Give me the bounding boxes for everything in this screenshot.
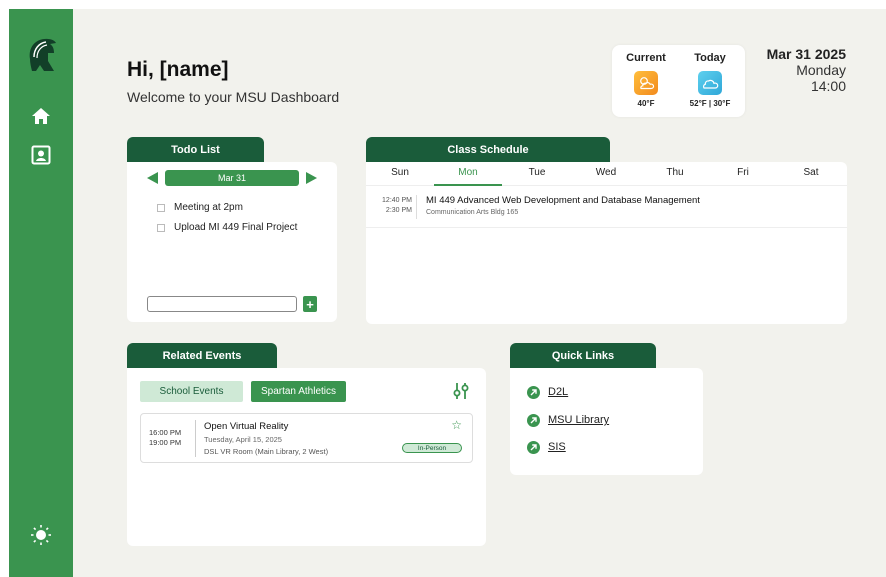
quick-link-label[interactable]: SIS bbox=[548, 441, 566, 453]
class-start-time: 12:40 PM bbox=[382, 197, 412, 204]
event-title: Open Virtual Reality bbox=[204, 421, 289, 432]
class-divider bbox=[416, 195, 417, 219]
todo-tab: Todo List bbox=[127, 137, 264, 163]
class-row[interactable]: 12:40 PM 2:30 PM MI 449 Advanced Web Dev… bbox=[366, 188, 847, 228]
class-location: Communication Arts Bldg 165 bbox=[426, 209, 519, 216]
favorite-star-icon[interactable]: ☆ bbox=[451, 418, 462, 432]
weather-widget: Current 40°F Today 52°F | 30°F bbox=[612, 45, 745, 117]
quick-link-sis[interactable]: SIS bbox=[527, 439, 566, 455]
todo-date: Mar 31 bbox=[165, 170, 299, 186]
event-end-time: 19:00 PM bbox=[149, 438, 182, 447]
next-day-arrow-icon[interactable] bbox=[306, 172, 317, 184]
weather-current-temp: 40°F bbox=[637, 99, 655, 108]
class-title: MI 449 Advanced Web Development and Data… bbox=[426, 195, 700, 206]
quick-link-msu-library[interactable]: MSU Library bbox=[527, 412, 609, 428]
external-link-icon bbox=[527, 413, 540, 427]
theme-sun-icon[interactable] bbox=[29, 523, 53, 547]
quick-link-d2l[interactable]: D2L bbox=[527, 384, 568, 400]
todo-item: Meeting at 2pm bbox=[157, 202, 243, 213]
day-tab-wed[interactable]: Wed bbox=[572, 162, 640, 186]
partly-cloudy-icon bbox=[634, 71, 658, 95]
current-time: 14:00 bbox=[810, 78, 846, 94]
todo-item: Upload MI 449 Final Project bbox=[157, 222, 297, 233]
quick-link-label[interactable]: MSU Library bbox=[548, 414, 609, 426]
external-link-icon bbox=[527, 440, 540, 454]
filter-spartan-athletics[interactable]: Spartan Athletics bbox=[251, 381, 346, 402]
event-start-time: 16:00 PM bbox=[149, 428, 182, 437]
day-tab-fri[interactable]: Fri bbox=[709, 162, 777, 186]
current-weekday: Monday bbox=[796, 62, 846, 78]
event-item[interactable]: 16:00 PM 19:00 PM Open Virtual Reality T… bbox=[140, 413, 473, 463]
weather-today-label: Today bbox=[694, 52, 726, 64]
todo-input[interactable] bbox=[147, 296, 297, 312]
day-tabs: Sun Mon Tue Wed Thu Fri Sat bbox=[366, 162, 847, 186]
weather-today: Today 52°F | 30°F bbox=[684, 52, 736, 108]
quick-link-label[interactable]: D2L bbox=[548, 386, 568, 398]
current-date: Mar 31 2025 bbox=[766, 46, 846, 62]
quick-links-tab: Quick Links bbox=[510, 343, 656, 369]
day-tab-thu[interactable]: Thu bbox=[641, 162, 709, 186]
home-icon[interactable] bbox=[29, 104, 53, 128]
todo-item-label: Upload MI 449 Final Project bbox=[174, 222, 298, 233]
external-link-icon bbox=[527, 385, 540, 399]
filter-school-events[interactable]: School Events bbox=[140, 381, 243, 402]
map-pin-icon[interactable] bbox=[29, 143, 53, 167]
datetime-display: Mar 31 2025 Monday 14:00 bbox=[767, 46, 846, 94]
weather-today-temp: 52°F | 30°F bbox=[689, 99, 731, 108]
todo-date-nav: Mar 31 bbox=[147, 170, 317, 186]
weather-current-label: Current bbox=[626, 52, 666, 64]
day-tab-sun[interactable]: Sun bbox=[366, 162, 434, 186]
event-location: DSL VR Room (Main Library, 2 West) bbox=[204, 447, 329, 456]
schedule-tab: Class Schedule bbox=[366, 137, 610, 163]
event-type-badge: In-Person bbox=[402, 443, 462, 453]
day-tab-mon[interactable]: Mon bbox=[434, 162, 502, 186]
cloud-icon bbox=[698, 71, 722, 95]
todo-checkbox[interactable] bbox=[157, 223, 165, 232]
filter-settings-icon[interactable] bbox=[452, 382, 470, 400]
class-end-time: 2:30 PM bbox=[385, 207, 412, 214]
event-divider bbox=[195, 420, 196, 457]
weather-current: Current 40°F bbox=[620, 52, 672, 108]
add-todo-button[interactable]: + bbox=[303, 296, 317, 312]
event-time: 16:00 PM 19:00 PM bbox=[149, 428, 181, 448]
events-tab: Related Events bbox=[127, 343, 277, 369]
todo-item-label: Meeting at 2pm bbox=[174, 202, 243, 213]
todo-card: Mar 31 Meeting at 2pm Upload MI 449 Fina… bbox=[127, 162, 337, 322]
event-date: Tuesday, April 15, 2025 bbox=[204, 435, 282, 444]
day-tab-tue[interactable]: Tue bbox=[503, 162, 571, 186]
spartan-logo-icon[interactable] bbox=[24, 35, 58, 75]
welcome-subtitle: Welcome to your MSU Dashboard bbox=[127, 89, 340, 105]
greeting-title: Hi, [name] bbox=[127, 58, 229, 81]
schedule-card: Sun Mon Tue Wed Thu Fri Sat 12:40 PM 2:3… bbox=[366, 162, 847, 324]
day-tab-sat[interactable]: Sat bbox=[777, 162, 845, 186]
prev-day-arrow-icon[interactable] bbox=[147, 172, 158, 184]
sidebar bbox=[9, 9, 73, 577]
class-time: 12:40 PM 2:30 PM bbox=[366, 196, 412, 216]
events-card: School Events Spartan Athletics 16:00 PM… bbox=[127, 368, 486, 546]
todo-checkbox[interactable] bbox=[157, 203, 165, 212]
quick-links-card: D2L MSU Library SIS bbox=[510, 368, 703, 475]
